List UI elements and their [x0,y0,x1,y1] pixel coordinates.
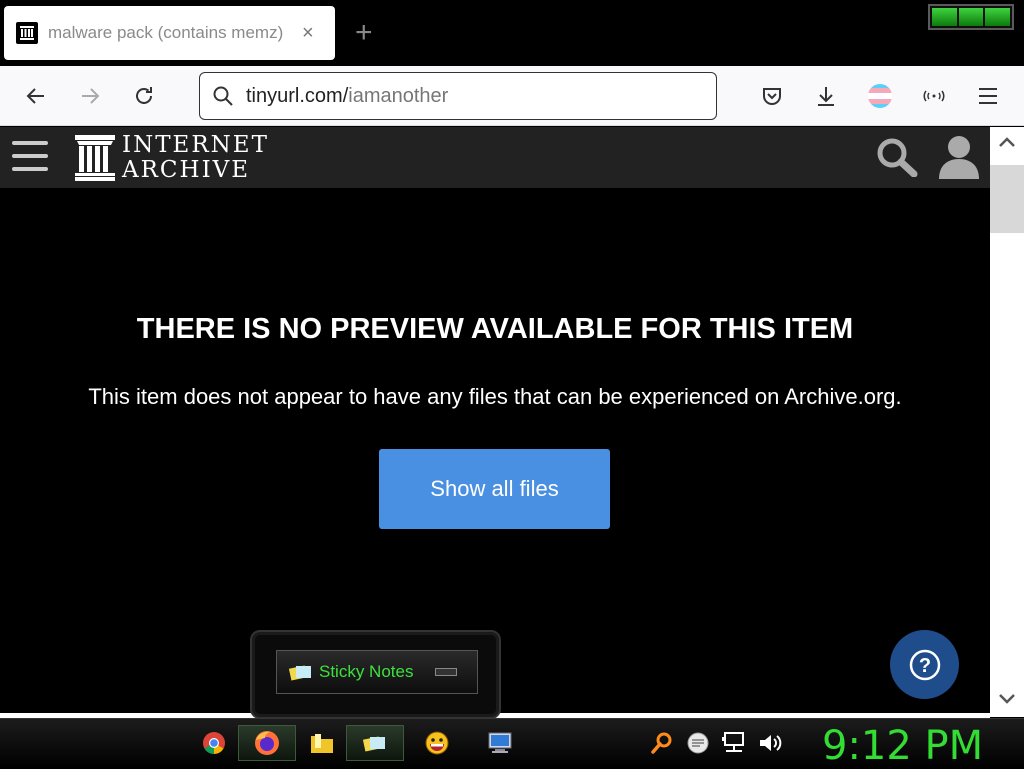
user-icon[interactable] [937,133,981,186]
firefox-icon [255,731,279,755]
url-host: tinyurl.com/ [246,84,349,107]
url-path: iamanother [348,84,449,107]
scrollbar-thumb[interactable] [990,165,1024,233]
back-arrow-icon [26,88,44,104]
computer-icon [488,732,512,753]
folder-icon [311,734,333,753]
sticky-notes-preview-popup[interactable]: Sticky Notes [250,630,501,719]
downloads-button[interactable] [810,80,842,112]
archive-logo-text[interactable]: INTERNET ARCHIVE [122,133,269,183]
no-preview-description: This item does not appear to have any fi… [88,384,902,409]
scroll-up-icon[interactable] [997,135,1017,149]
download-icon [818,87,834,106]
help-glyph: ? [918,655,930,677]
logo-line-2: ARCHIVE [122,157,251,183]
battery-indicator-icon [928,4,1014,30]
taskbar-folder[interactable] [293,725,351,761]
pocket-button[interactable] [756,80,788,112]
site-menu-icon[interactable] [12,141,48,171]
messenger-icon [425,731,449,755]
network-tray-icon[interactable] [722,731,748,755]
volume-tray-icon[interactable] [758,731,784,755]
account-button[interactable] [864,80,896,112]
forward-arrow-icon [82,88,100,104]
taskbar-firefox[interactable] [238,725,296,761]
site-search-icon[interactable] [876,137,920,182]
pocket-icon [763,88,781,105]
taskbar: 9:12 PM [0,718,1024,769]
search-tray-icon[interactable] [650,731,674,755]
tab-title: malware pack (contains memz) [48,23,284,42]
reload-button[interactable] [128,80,160,112]
sticky-notes-label: Sticky Notes [319,662,414,681]
browser-tab[interactable]: malware pack (contains memz) × [4,6,335,60]
broadcast-icon [923,90,945,102]
hamburger-menu-icon [979,88,997,104]
forward-button[interactable] [74,80,106,112]
reload-icon [136,87,152,104]
sticky-notes-icon [289,665,311,681]
tab-strip: malware pack (contains memz) × + [0,0,1024,66]
tab-close-icon[interactable]: × [302,22,314,45]
no-preview-heading: THERE IS NO PREVIEW AVAILABLE FOR THIS I… [136,313,854,345]
sticky-notes-window-thumb[interactable]: Sticky Notes [276,650,478,694]
taskbar-messenger[interactable] [408,725,466,761]
app-menu-button[interactable] [972,80,1004,112]
window-minimize-icon[interactable] [435,668,457,676]
site-header: INTERNET ARCHIVE [0,127,990,188]
chrome-icon [203,732,225,754]
search-icon [213,86,233,106]
sticky-notes-icon [362,736,385,752]
help-button[interactable]: ? [890,630,959,699]
navigation-bar: tinyurl.com/iamanother [0,66,1024,126]
scroll-down-icon[interactable] [997,692,1017,706]
logo-line-1: INTERNET [122,132,269,158]
back-button[interactable] [20,80,52,112]
taskbar-chrome[interactable] [185,725,243,761]
taskbar-clock[interactable]: 9:12 PM [822,723,983,769]
taskbar-sticky-notes[interactable] [346,725,404,761]
new-tab-button[interactable]: + [355,18,373,48]
extension-button[interactable] [918,80,950,112]
address-bar[interactable]: tinyurl.com/iamanother [199,72,717,120]
flag-avatar-icon [868,84,892,108]
taskbar-computer[interactable] [471,725,529,761]
archive-favicon-icon [16,22,38,44]
chat-tray-icon[interactable] [686,731,710,755]
help-icon: ? [909,649,940,680]
page-scrollbar[interactable] [990,127,1024,717]
show-all-files-button[interactable]: Show all files [379,449,610,529]
archive-logo-icon[interactable] [75,135,115,186]
